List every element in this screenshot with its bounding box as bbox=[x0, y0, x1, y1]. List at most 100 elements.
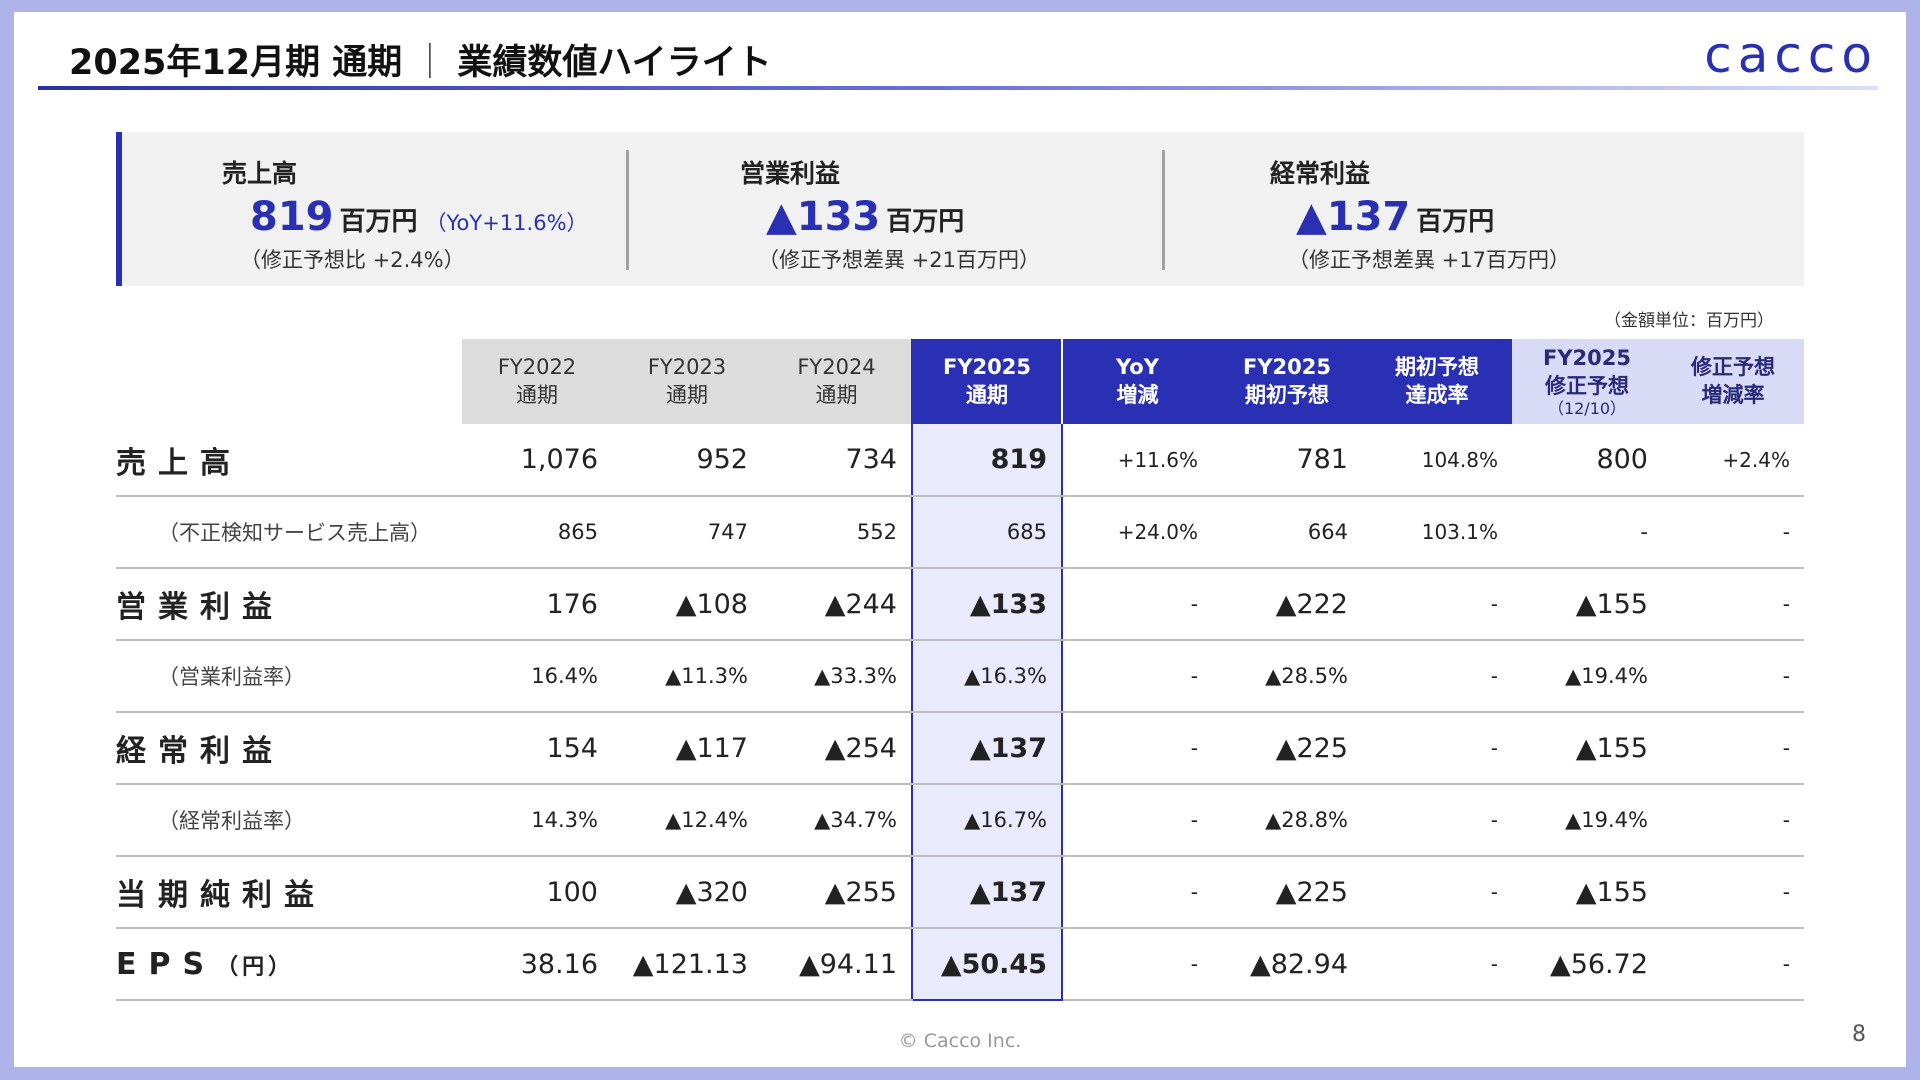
table-cell: ▲94.11 bbox=[762, 928, 912, 1001]
table-cell: - bbox=[1062, 928, 1212, 1001]
unit-note: （金額単位：百万円） bbox=[1604, 311, 1774, 331]
table-cell: ▲19.4% bbox=[1512, 784, 1662, 857]
table-cell: ▲11.3% bbox=[612, 640, 762, 713]
table-cell: 819 bbox=[911, 424, 1063, 497]
kpi-unit: 百万円 bbox=[1416, 207, 1495, 237]
table-row: 売上高 1,076 952 734 819 +11.6% 781 104.8% 800 +2.4% bbox=[116, 424, 1804, 497]
table-cell: ▲244 bbox=[762, 568, 912, 641]
table-cell: 176 bbox=[462, 568, 612, 641]
kpi-yoy: （YoY+11.6%） bbox=[425, 211, 588, 235]
column-header: 期初予想 達成率 bbox=[1362, 339, 1512, 424]
row-label: （不正検知サービス売上高） bbox=[116, 496, 462, 569]
table-cell: - bbox=[1662, 640, 1804, 713]
row-label: 売上高 bbox=[116, 424, 462, 497]
row-label: 経常利益 bbox=[116, 712, 462, 785]
table-cell: 685 bbox=[911, 496, 1063, 569]
kpi-value: 819 bbox=[250, 194, 334, 240]
column-header: 修正予想 増減率 bbox=[1662, 339, 1804, 424]
table-cell: ▲12.4% bbox=[612, 784, 762, 857]
table-cell: 1,076 bbox=[462, 424, 612, 497]
column-header: YoY 増減 bbox=[1062, 339, 1212, 424]
table-cell: - bbox=[1062, 568, 1212, 641]
kpi-label: 経常利益 bbox=[1270, 159, 1371, 188]
table-cell: - bbox=[1362, 568, 1512, 641]
kpi-revenue: 売上高 819 百万円 （YoY+11.6%） （修正予想比 +2.4%） bbox=[116, 132, 616, 286]
table-cell: 952 bbox=[612, 424, 762, 497]
title-sub: 業績数値ハイライト bbox=[457, 43, 772, 83]
table-cell: - bbox=[1062, 712, 1212, 785]
kpi-value-line: ▲137 百万円 bbox=[1296, 194, 1494, 240]
table-row: （営業利益率） 16.4% ▲11.3% ▲33.3% ▲16.3% - ▲28.5% - ▲1… bbox=[116, 640, 1804, 713]
kpi-summary-panel: 売上高 819 百万円 （YoY+11.6%） （修正予想比 +2.4%） 営業利益… bbox=[116, 132, 1804, 286]
table-cell: ▲19.4% bbox=[1512, 640, 1662, 713]
table-cell: +24.0% bbox=[1062, 496, 1212, 569]
table-cell: ▲254 bbox=[762, 712, 912, 785]
table-cell: ▲155 bbox=[1512, 712, 1662, 785]
table-row: （経常利益率） 14.3% ▲12.4% ▲34.7% ▲16.7% - ▲28.8% - ▲1… bbox=[116, 784, 1804, 857]
kpi-label: 営業利益 bbox=[740, 159, 841, 188]
table-row: EPS（円） 38.16 ▲121.13 ▲94.11 ▲50.45- ▲82.94- ▲5… bbox=[116, 928, 1804, 1001]
table-cell: 734 bbox=[762, 424, 912, 497]
kpi-value: ▲137 bbox=[1296, 194, 1411, 240]
page-title: 2025年12月期 通期｜業績数値ハイライト bbox=[69, 34, 772, 85]
kpi-value-line: 819 百万円 （YoY+11.6%） bbox=[250, 194, 588, 240]
table-cell: ▲225 bbox=[1212, 856, 1362, 929]
table-cell: ▲28.8% bbox=[1212, 784, 1362, 857]
table-cell: ▲320 bbox=[612, 856, 762, 929]
kpi-value-line: ▲133 百万円 bbox=[766, 194, 964, 240]
financial-table: FY2022 通期 FY2023 通期 FY2024 通期 FY2025 通期 YoY 増… bbox=[116, 339, 1804, 1001]
title-underline bbox=[38, 86, 1878, 90]
table-cell: - bbox=[1362, 712, 1512, 785]
table-cell: ▲133 bbox=[911, 568, 1063, 641]
kpi-sub: （修正予想差異 +17百万円） bbox=[1288, 248, 1570, 272]
table-cell: 16.4% bbox=[462, 640, 612, 713]
kpi-operating-income: 営業利益 ▲133 百万円 （修正予想差異 +21百万円） bbox=[630, 132, 1146, 286]
kpi-unit: 百万円 bbox=[886, 207, 965, 237]
table-cell: - bbox=[1362, 928, 1512, 1001]
page-number: 8 bbox=[1852, 1022, 1866, 1047]
title-separator: ｜ bbox=[412, 43, 448, 83]
table-cell: ▲137 bbox=[911, 856, 1063, 929]
table-row: 経常利益 154 ▲117 ▲254 ▲137- ▲225- ▲155- bbox=[116, 712, 1804, 785]
table-row: 営業利益 176 ▲108 ▲244 ▲133- ▲222- ▲155- bbox=[116, 568, 1804, 641]
table-cell: ▲34.7% bbox=[762, 784, 912, 857]
kpi-unit: 百万円 bbox=[339, 207, 418, 237]
slide: 2025年12月期 通期｜業績数値ハイライト cacco 売上高 819 百万円（… bbox=[14, 12, 1906, 1067]
table-cell: 104.8% bbox=[1362, 424, 1512, 497]
table-cell: - bbox=[1062, 856, 1212, 929]
row-label: 当期純利益 bbox=[116, 856, 462, 929]
table-cell: - bbox=[1062, 640, 1212, 713]
column-header: FY2025 修正予想 （12/10） bbox=[1512, 339, 1662, 424]
table-cell: - bbox=[1362, 856, 1512, 929]
table-cell: - bbox=[1662, 928, 1804, 1001]
kpi-divider bbox=[1162, 150, 1165, 270]
table-row: （不正検知サービス売上高） 865 747 552 685 +24.0% 664 103.1%… bbox=[116, 496, 1804, 569]
table-cell: ▲16.7% bbox=[911, 784, 1063, 857]
kpi-sub: （修正予想比 +2.4%） bbox=[240, 248, 465, 272]
table-cell: - bbox=[1662, 712, 1804, 785]
table-cell: 781 bbox=[1212, 424, 1362, 497]
table-cell: - bbox=[1362, 784, 1512, 857]
column-header: FY2023 通期 bbox=[612, 339, 762, 424]
table-cell: ▲117 bbox=[612, 712, 762, 785]
table-cell: ▲155 bbox=[1512, 856, 1662, 929]
table-cell: - bbox=[1062, 784, 1212, 857]
table-cell: 865 bbox=[462, 496, 612, 569]
column-header: FY2022 通期 bbox=[462, 339, 612, 424]
title-main: 2025年12月期 通期 bbox=[69, 43, 403, 83]
table-cell: ▲155 bbox=[1512, 568, 1662, 641]
column-header: FY2025 通期 bbox=[911, 339, 1063, 424]
table-cell: ▲222 bbox=[1212, 568, 1362, 641]
table-cell: - bbox=[1662, 568, 1804, 641]
kpi-sub: （修正予想差異 +21百万円） bbox=[758, 248, 1040, 272]
table-cell: 552 bbox=[762, 496, 912, 569]
table-cell: 664 bbox=[1212, 496, 1362, 569]
row-label: （経常利益率） bbox=[116, 784, 462, 857]
table-cell: - bbox=[1662, 784, 1804, 857]
table-cell: ▲56.72 bbox=[1512, 928, 1662, 1001]
table-cell: - bbox=[1512, 496, 1662, 569]
table-cell: 14.3% bbox=[462, 784, 612, 857]
kpi-divider bbox=[626, 150, 629, 270]
table-cell: ▲137 bbox=[911, 712, 1063, 785]
table-cell: - bbox=[1362, 640, 1512, 713]
